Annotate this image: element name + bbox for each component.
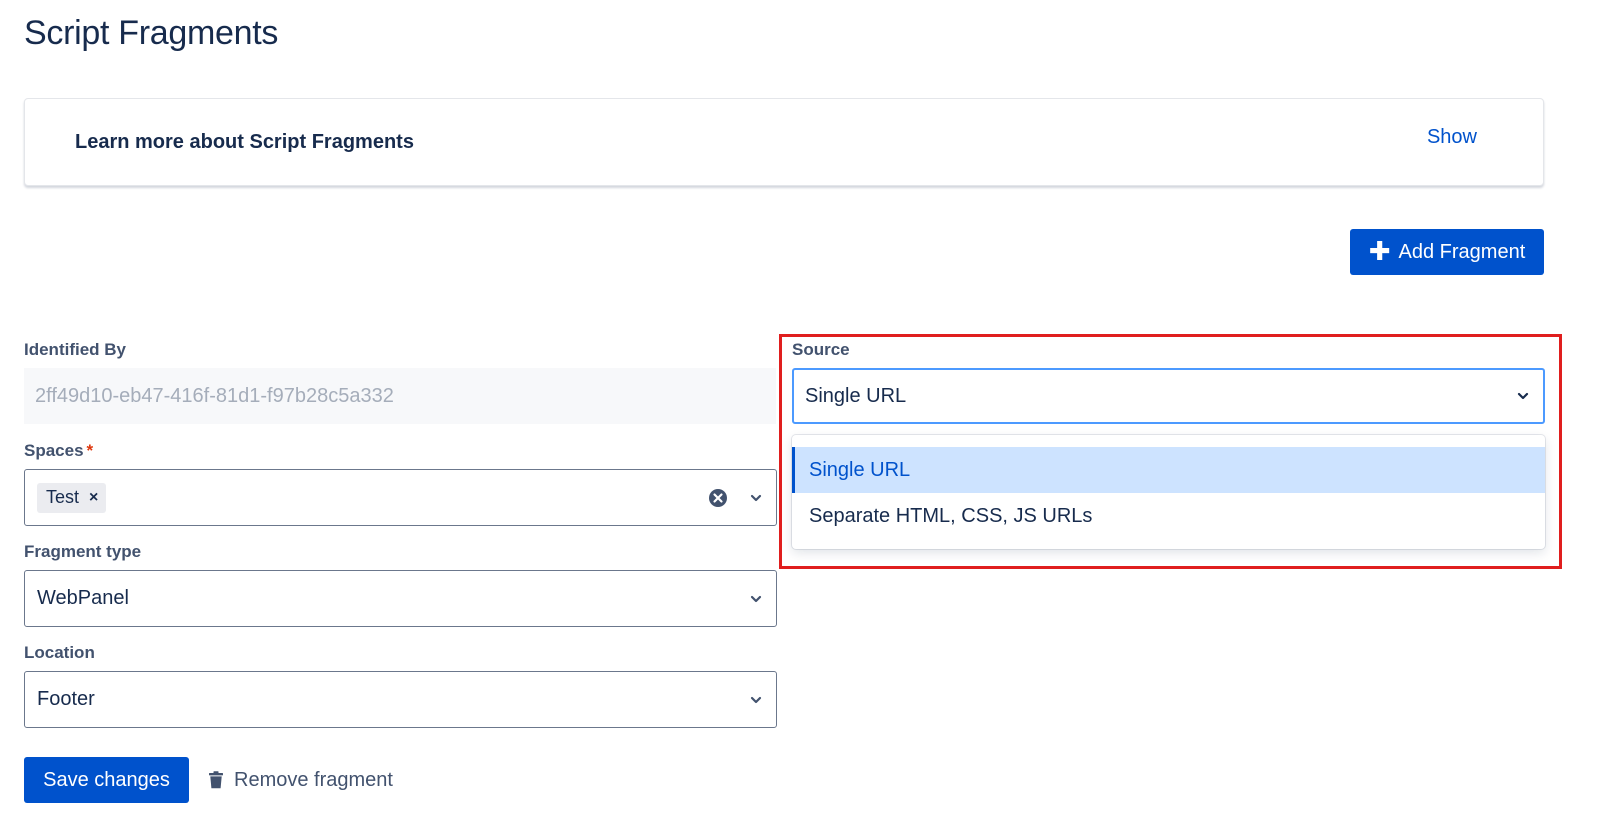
show-info-link[interactable]: Show xyxy=(1427,126,1477,149)
info-panel: Learn more about Script Fragments Show xyxy=(24,98,1544,186)
required-marker: * xyxy=(86,441,94,460)
script-fragments-page: Script Fragments Learn more about Script… xyxy=(0,0,1600,838)
source-select[interactable]: Single URL xyxy=(792,368,1545,424)
chevron-down-icon[interactable] xyxy=(736,470,776,525)
location-value: Footer xyxy=(37,688,95,710)
identified-by-label: Identified By xyxy=(24,340,127,359)
space-tag: Test × xyxy=(37,482,107,513)
tag-remove-icon[interactable]: × xyxy=(89,489,98,507)
info-panel-title: Learn more about Script Fragments xyxy=(75,131,414,153)
fragment-type-value: WebPanel xyxy=(37,587,129,609)
fragment-type-select[interactable]: WebPanel xyxy=(24,570,777,627)
add-fragment-button[interactable]: ✚ Add Fragment xyxy=(1350,229,1544,275)
identified-by-field: 2ff49d10-eb47-416f-81d1-f97b28c5a332 xyxy=(24,368,776,424)
location-label: Location xyxy=(24,643,95,662)
remove-fragment-label: Remove fragment xyxy=(234,768,393,791)
page-title: Script Fragments xyxy=(24,14,279,52)
source-value: Single URL xyxy=(805,384,907,407)
source-dropdown-menu: Single URL Separate HTML, CSS, JS URLs xyxy=(792,435,1545,549)
trash-icon xyxy=(208,771,224,789)
spaces-label: Spaces * xyxy=(24,441,93,461)
space-tag-label: Test xyxy=(46,487,80,507)
source-option-separate-urls[interactable]: Separate HTML, CSS, JS URLs xyxy=(792,493,1545,539)
source-label: Source xyxy=(792,340,850,359)
clear-icon[interactable] xyxy=(700,488,736,508)
spaces-label-text: Spaces xyxy=(24,441,84,460)
chevron-down-icon[interactable] xyxy=(1503,370,1543,422)
spaces-select[interactable]: Test × xyxy=(24,469,777,526)
remove-fragment-button[interactable]: Remove fragment xyxy=(208,757,393,803)
plus-icon: ✚ xyxy=(1368,235,1391,266)
chevron-down-icon[interactable] xyxy=(736,571,776,626)
location-select[interactable]: Footer xyxy=(24,671,777,728)
save-changes-button[interactable]: Save changes xyxy=(24,757,189,803)
source-option-single-url[interactable]: Single URL xyxy=(792,447,1545,493)
add-fragment-label: Add Fragment xyxy=(1398,240,1526,263)
fragment-type-label: Fragment type xyxy=(24,542,142,561)
chevron-down-icon[interactable] xyxy=(736,672,776,727)
